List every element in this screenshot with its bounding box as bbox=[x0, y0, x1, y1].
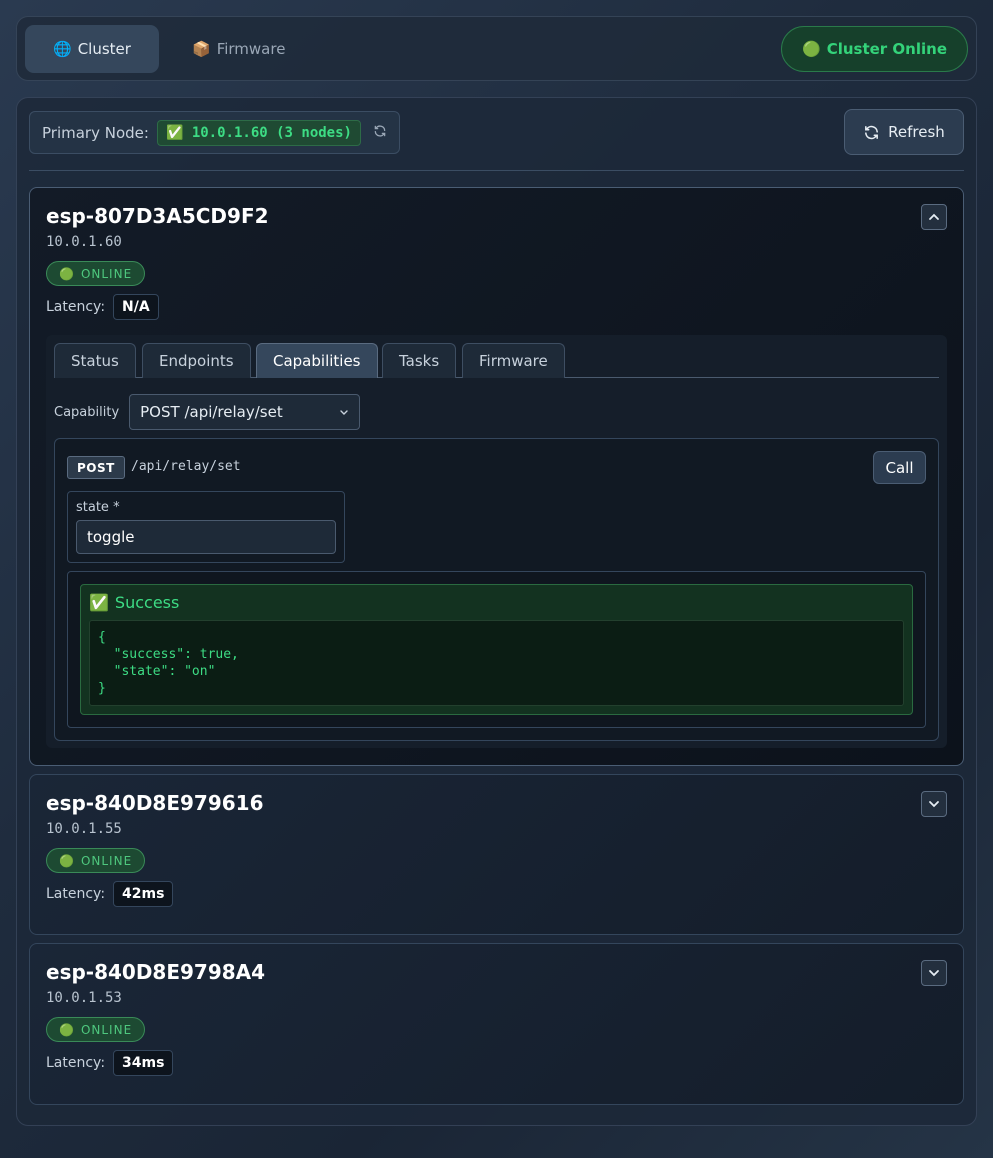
node-card: esp-840D8E979616 10.0.1.55 🟢 ONLINE Late… bbox=[29, 774, 964, 935]
green-dot-icon: 🟢 bbox=[59, 853, 75, 868]
node-ip: 10.0.1.53 bbox=[46, 990, 122, 1006]
primary-node-value: ✅ 10.0.1.60 (3 nodes) bbox=[156, 119, 361, 146]
latency-row: Latency: 42ms bbox=[46, 881, 174, 907]
green-dot-icon: 🟢 bbox=[59, 1022, 75, 1037]
status-badge: 🟢 ONLINE bbox=[46, 848, 146, 873]
node-card: esp-840D8E9798A4 10.0.1.53 🟢 ONLINE Late… bbox=[29, 943, 964, 1105]
expand-button[interactable] bbox=[921, 791, 947, 817]
refresh-label: Refresh bbox=[888, 123, 945, 141]
node-name: esp-840D8E9798A4 bbox=[46, 960, 266, 984]
capability-row: Capability POST /api/relay/set bbox=[54, 394, 361, 430]
check-icon: ✅ bbox=[165, 124, 184, 141]
green-dot-icon: 🟢 bbox=[802, 40, 821, 58]
capability-selected: POST /api/relay/set bbox=[140, 403, 283, 421]
package-icon: 📦 bbox=[192, 40, 211, 58]
nav-tab-label: Cluster bbox=[77, 40, 131, 58]
status-label: ONLINE bbox=[80, 853, 133, 868]
node-card: esp-807D3A5CD9F2 10.0.1.60 🟢 ONLINE Late… bbox=[29, 187, 964, 766]
latency-value: 34ms bbox=[113, 1050, 174, 1076]
result-title: ✅ Success bbox=[89, 593, 179, 612]
refresh-icon bbox=[865, 125, 879, 139]
tab-tasks[interactable]: Tasks bbox=[382, 343, 457, 378]
latency-value: N/A bbox=[113, 294, 159, 320]
latency-row: Latency: N/A bbox=[46, 294, 159, 320]
status-badge: 🟢 ONLINE bbox=[46, 1017, 146, 1042]
param-label: state * bbox=[76, 500, 120, 515]
method-badge: POST bbox=[67, 456, 125, 479]
node-ip: 10.0.1.55 bbox=[46, 821, 122, 837]
cluster-status-badge: 🟢 Cluster Online bbox=[781, 26, 968, 72]
status-label: ONLINE bbox=[80, 266, 133, 281]
collapse-button[interactable] bbox=[921, 204, 947, 230]
status-badge: 🟢 ONLINE bbox=[46, 261, 146, 286]
node-detail-panel: Status Endpoints Capabilities Tasks Firm… bbox=[46, 335, 947, 748]
endpoint-path: /api/relay/set bbox=[131, 459, 241, 474]
response-json: { "success": true, "state": "on" } bbox=[89, 620, 904, 706]
nav-tab-cluster[interactable]: 🌐 Cluster bbox=[25, 25, 159, 73]
nav-tab-label: Firmware bbox=[216, 40, 286, 58]
chevron-down-icon bbox=[929, 970, 939, 977]
chevron-down-icon bbox=[929, 801, 939, 808]
node-name: esp-840D8E979616 bbox=[46, 791, 264, 815]
latency-label: Latency: bbox=[46, 299, 106, 315]
cluster-panel: Primary Node: ✅ 10.0.1.60 (3 nodes) Refr… bbox=[16, 97, 977, 1126]
state-input[interactable]: toggle bbox=[76, 520, 336, 554]
node-ip: 10.0.1.60 bbox=[46, 234, 122, 250]
tab-status[interactable]: Status bbox=[54, 343, 136, 378]
param-group: state * toggle bbox=[67, 491, 345, 563]
primary-node-text: 10.0.1.60 (3 nodes) bbox=[191, 124, 352, 141]
divider bbox=[29, 170, 964, 171]
refresh-button[interactable]: Refresh bbox=[844, 109, 964, 155]
refresh-primary-icon[interactable] bbox=[373, 123, 387, 142]
endpoint-card: POST /api/relay/set Call state * toggle … bbox=[54, 438, 939, 741]
capability-select[interactable]: POST /api/relay/set bbox=[129, 394, 361, 430]
chevron-down-icon bbox=[340, 410, 348, 415]
call-button[interactable]: Call bbox=[873, 451, 926, 484]
latency-label: Latency: bbox=[46, 886, 106, 902]
success-result: ✅ Success { "success": true, "state": "o… bbox=[80, 584, 913, 715]
check-icon: ✅ bbox=[89, 593, 109, 612]
node-name: esp-807D3A5CD9F2 bbox=[46, 204, 269, 228]
top-nav: 🌐 Cluster 📦 Firmware 🟢 Cluster Online bbox=[16, 16, 977, 81]
primary-node-label: Primary Node: bbox=[42, 123, 149, 142]
chevron-up-icon bbox=[929, 213, 939, 220]
tab-capabilities[interactable]: Capabilities bbox=[256, 343, 378, 378]
cluster-status-label: Cluster Online bbox=[826, 40, 947, 58]
green-dot-icon: 🟢 bbox=[59, 266, 75, 281]
latency-row: Latency: 34ms bbox=[46, 1050, 174, 1076]
detail-tabs: Status Endpoints Capabilities Tasks Firm… bbox=[54, 343, 939, 378]
globe-icon: 🌐 bbox=[53, 40, 72, 58]
tab-endpoints[interactable]: Endpoints bbox=[142, 343, 251, 378]
tab-firmware[interactable]: Firmware bbox=[462, 343, 565, 378]
capability-label: Capability bbox=[54, 404, 120, 420]
expand-button[interactable] bbox=[921, 960, 947, 986]
status-label: ONLINE bbox=[80, 1022, 133, 1037]
result-title-text: Success bbox=[114, 593, 180, 612]
primary-node-box: Primary Node: ✅ 10.0.1.60 (3 nodes) bbox=[29, 111, 400, 154]
latency-label: Latency: bbox=[46, 1055, 106, 1071]
nav-tab-firmware[interactable]: 📦 Firmware bbox=[164, 25, 313, 73]
latency-value: 42ms bbox=[113, 881, 174, 907]
response-area: ✅ Success { "success": true, "state": "o… bbox=[67, 571, 926, 728]
